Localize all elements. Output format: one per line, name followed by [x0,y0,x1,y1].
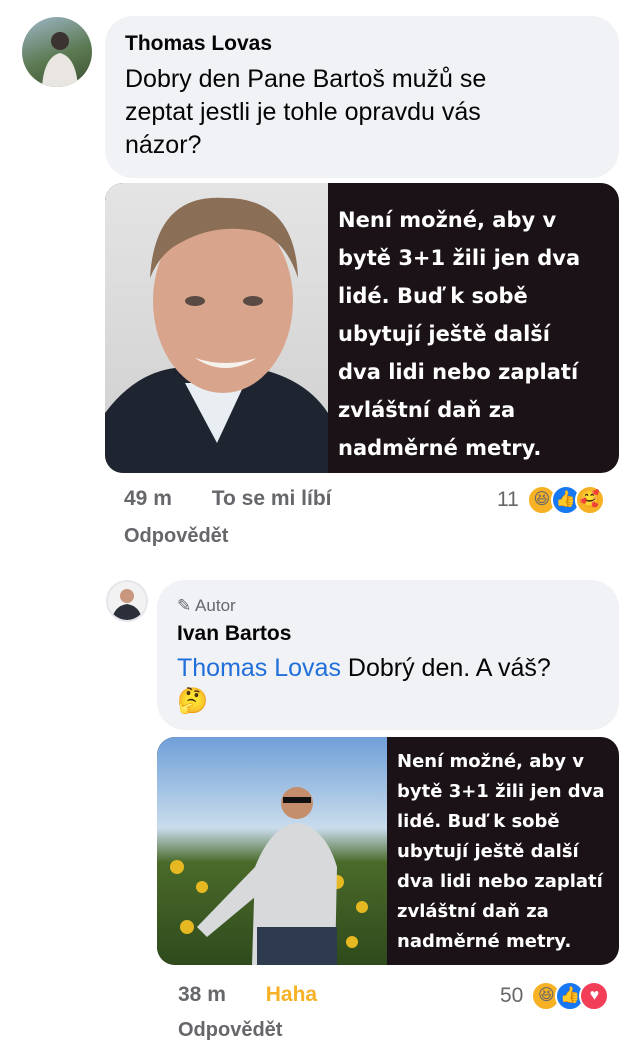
reply-button-2[interactable]: Odpovědět [178,1019,282,1042]
comment-text: Thomas Lovas Dobrý den. A váš? 🤔 [177,652,607,718]
reaction-summary-1[interactable]: 11 😆 👍 🥰 [497,485,605,515]
comment-image-1[interactable]: Není možné, aby v bytě 3+1 žili jen dva … [105,183,619,473]
care-icon: 🥰 [574,485,605,515]
reaction-count: 11 [497,488,519,511]
comment-bubble-1: Thomas Lovas Dobry den Pane Bartoš mužů … [105,16,619,178]
comment-author[interactable]: Ivan Bartos [177,622,291,646]
reply-text: Dobrý den. A váš? [347,654,551,682]
avatar-thomas-lovas[interactable] [22,17,92,87]
image-quote-text: Není možné, aby v bytě 3+1 žili jen dva … [338,208,581,460]
haha-button[interactable]: Haha [266,983,317,1006]
reaction-count: 50 [500,984,524,1007]
comment-text: Dobry den Pane Bartoš mužů se zeptat jes… [125,65,487,159]
author-badge: ✎ Autor [177,596,236,616]
man-in-sunflower-field-photo [157,737,387,965]
pencil-icon: ✎ [177,596,192,615]
person-avatar-icon [112,589,142,620]
person-field-icon [170,787,368,965]
like-button[interactable]: To se mi líbí [212,487,332,510]
comment-meta-2: 38 m Haha [178,983,351,1007]
person-silhouette-icon [42,32,78,87]
reply-button-1[interactable]: Odpovědět [124,525,228,548]
image-quote-text: Není možné, aby v bytě 3+1 žili jen dva … [397,751,605,952]
author-badge-label: Autor [195,596,236,615]
love-icon: ♥ [579,981,610,1011]
comment-author[interactable]: Thomas Lovas [125,32,272,56]
comment-meta-1: 49 m To se mi líbí [124,487,366,511]
comment-time[interactable]: 49 m [124,487,172,510]
comment-time[interactable]: 38 m [178,983,226,1006]
man-portrait-icon [105,197,328,473]
comment-bubble-2: ✎ Autor Ivan Bartos Thomas Lovas Dobrý d… [157,580,619,730]
mention-link[interactable]: Thomas Lovas [177,654,341,682]
comment-image-2[interactable]: Není možné, aby v bytě 3+1 žili jen dva … [157,737,619,965]
thinking-face-icon: 🤔 [177,687,209,715]
portrait-photo [105,183,328,473]
reaction-summary-2[interactable]: 50 😆 👍 ♥ [500,981,610,1011]
avatar-ivan-bartos[interactable] [106,580,148,622]
